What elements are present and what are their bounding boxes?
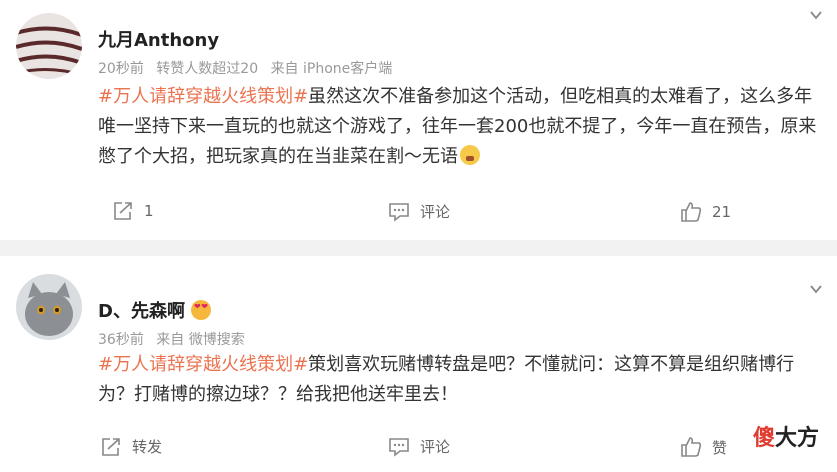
username[interactable]: D、先森啊 bbox=[98, 297, 185, 323]
like-icon bbox=[681, 437, 702, 457]
comment-label: 评论 bbox=[420, 438, 451, 456]
like-count: 21 bbox=[712, 203, 732, 221]
chevron-down-icon[interactable] bbox=[809, 8, 823, 22]
comment-button[interactable]: 评论 bbox=[388, 436, 450, 457]
repost-icon bbox=[114, 202, 132, 220]
repost-button[interactable]: 1 bbox=[112, 201, 154, 221]
hashtag-link[interactable]: #万人请辞穿越火线策划# bbox=[98, 354, 308, 375]
comment-icon bbox=[389, 202, 409, 222]
post-body: #万人请辞穿越火线策划#虽然这次不准备参加这个活动，但吃相真的太难看了，这么多年… bbox=[98, 82, 822, 172]
repost-count: 1 bbox=[144, 202, 154, 220]
comment-icon bbox=[389, 437, 409, 457]
comment-button[interactable]: 评论 bbox=[388, 201, 450, 222]
avatar[interactable] bbox=[16, 274, 82, 340]
post-time[interactable]: 36秒前 bbox=[98, 332, 144, 348]
post-source: 来自 iPhone客户端 bbox=[270, 61, 393, 77]
post-body: #万人请辞穿越火线策划#策划喜欢玩赌博转盘是吧？不懂就问：这算不算是组织赌博行为… bbox=[98, 350, 822, 410]
like-button[interactable]: 赞 bbox=[680, 436, 727, 458]
post-repost-count-note: 转赞人数超过20 bbox=[156, 61, 259, 77]
watermark: 傻大方 bbox=[753, 420, 819, 452]
repost-button[interactable]: 转发 bbox=[100, 436, 162, 457]
comment-label: 评论 bbox=[420, 203, 451, 221]
watermark-text: 大方 bbox=[774, 426, 819, 451]
username-row: D、先森啊 bbox=[98, 297, 211, 323]
avatar[interactable] bbox=[16, 13, 82, 79]
post-time[interactable]: 20秒前 bbox=[98, 61, 144, 77]
post-card: 九月Anthony 20秒前 转赞人数超过20 来自 iPhone客户端 #万人… bbox=[0, 0, 837, 240]
heart-eyes-emoji-icon bbox=[190, 300, 211, 320]
post-source: 来自 微博搜索 bbox=[156, 332, 245, 348]
like-button[interactable]: 21 bbox=[680, 201, 731, 223]
chevron-down-icon[interactable] bbox=[809, 282, 823, 296]
hashtag-link[interactable]: #万人请辞穿越火线策划# bbox=[98, 86, 308, 107]
post-meta: 36秒前 来自 微博搜索 bbox=[98, 329, 253, 349]
repost-label: 转发 bbox=[132, 438, 163, 456]
post-divider bbox=[0, 240, 837, 256]
post-meta: 20秒前 转赞人数超过20 来自 iPhone客户端 bbox=[98, 58, 400, 78]
watermark-red-char: 傻 bbox=[752, 426, 775, 451]
angry-emoji-icon bbox=[460, 145, 480, 165]
like-icon bbox=[681, 202, 702, 222]
username[interactable]: 九月Anthony bbox=[98, 26, 219, 52]
like-label: 赞 bbox=[712, 438, 728, 457]
repost-icon bbox=[102, 437, 120, 456]
